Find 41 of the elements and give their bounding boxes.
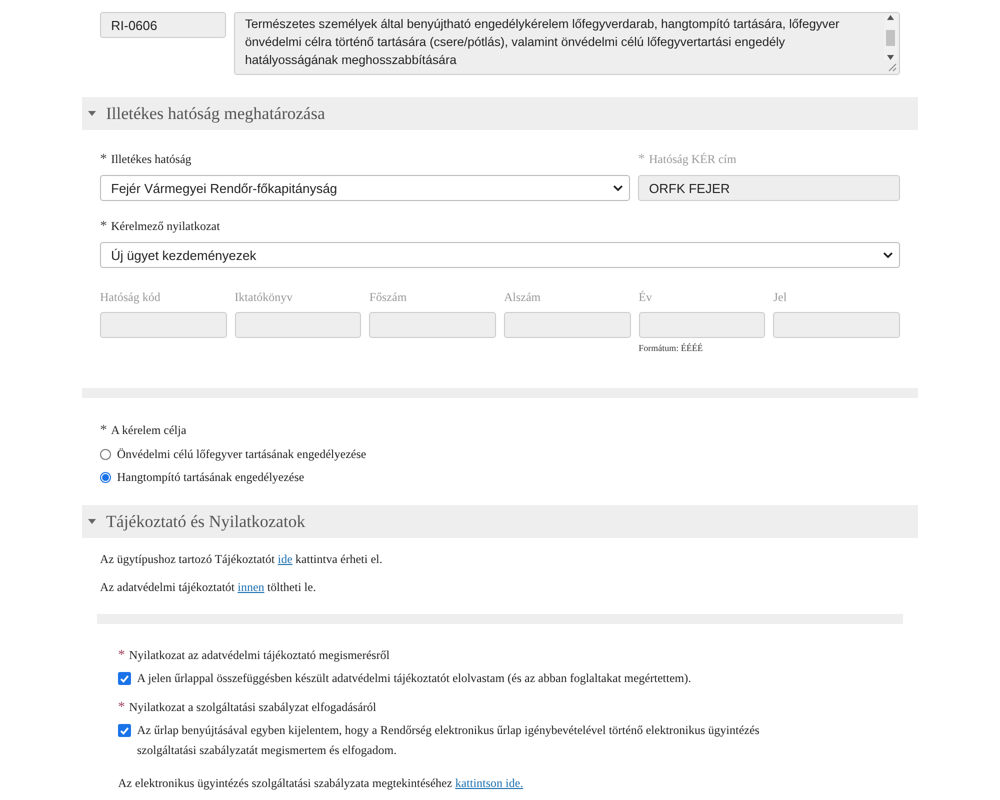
field-label: Alszám bbox=[504, 290, 542, 305]
field-label: * Hatóság KÉR cím bbox=[638, 152, 738, 168]
section-header[interactable]: Illetékes hatóság meghatározása bbox=[82, 97, 918, 130]
field-label: Év bbox=[638, 290, 653, 305]
chevron-down-icon bbox=[883, 252, 893, 258]
section-header[interactable]: Tájékoztató és Nyilatkozatok bbox=[82, 505, 918, 538]
declaration-title: * Nyilatkozat a szolgáltatási szabályzat elfogadásáról bbox=[118, 700, 378, 716]
field-label: * A kérelem célja bbox=[100, 423, 188, 439]
caret-icon[interactable] bbox=[88, 519, 96, 524]
input-field[interactable] bbox=[638, 312, 766, 338]
link[interactable]: ide bbox=[278, 552, 292, 566]
field-label: Hatóság kód bbox=[100, 290, 162, 305]
field-label: Iktatókönyv bbox=[234, 290, 294, 305]
checkbox-label: A jelen űrlappal összefüggésben készült adatvédelmi tájékoztatót elolvastam (és az abban foglaltakat megértettem). bbox=[137, 670, 692, 687]
field-label: Főszám bbox=[369, 290, 408, 305]
field-label: Jel bbox=[773, 290, 788, 305]
authority-select[interactable]: Fejér Vármegyei Rendőr-főkapitányság bbox=[100, 175, 630, 201]
checkbox[interactable] bbox=[118, 672, 131, 685]
field-label: * Illetékes hatóság bbox=[100, 152, 192, 168]
checkbox-label: Az űrlap benyújtásával egyben kijelentem, hogy a Rendőrség elektronikus űrlap igénybevételével történő elektronikus ügyintézés szolgáltatási szabályzatát megismertem és elfogadom. bbox=[137, 722, 760, 759]
info-text: Az adatvédelmi tájékoztatót innen töltheti le. bbox=[100, 580, 317, 594]
input-field[interactable] bbox=[369, 312, 496, 338]
link[interactable]: innen bbox=[238, 580, 264, 594]
statement-select[interactable]: Új ügyet kezdeményezek bbox=[100, 242, 900, 268]
radio-button[interactable] bbox=[100, 472, 111, 482]
chevron-down-icon bbox=[613, 185, 623, 191]
radio-button[interactable] bbox=[100, 448, 111, 460]
link[interactable]: kattintson ide. bbox=[455, 776, 524, 790]
radio-label: Önvédelmi célú lőfegyver tartásának engedélyezése bbox=[117, 446, 366, 462]
radio-label: Hangtompító tartásának engedélyezése bbox=[117, 470, 304, 484]
format-hint: Formátum: ÉÉÉÉ bbox=[638, 343, 704, 353]
footer-text: Az elektronikus ügyintézés szolgáltatási szabályzata megtekintéséhez kattintson ide. bbox=[118, 776, 524, 791]
field-label: * Kérelmező nyilatkozat bbox=[100, 219, 221, 235]
input-field[interactable] bbox=[234, 312, 362, 338]
declaration-title: * Nyilatkozat az adatvédelmi tájékoztató megismerésről bbox=[118, 648, 391, 664]
input-field[interactable] bbox=[773, 312, 900, 338]
caret-icon[interactable] bbox=[88, 111, 96, 116]
input-field[interactable] bbox=[100, 312, 227, 338]
checkbox[interactable] bbox=[118, 724, 131, 737]
input-field[interactable] bbox=[504, 312, 631, 338]
info-text: Az ügytípushoz tartozó Tájékoztatót ide kattintva érheti el. bbox=[100, 552, 384, 566]
